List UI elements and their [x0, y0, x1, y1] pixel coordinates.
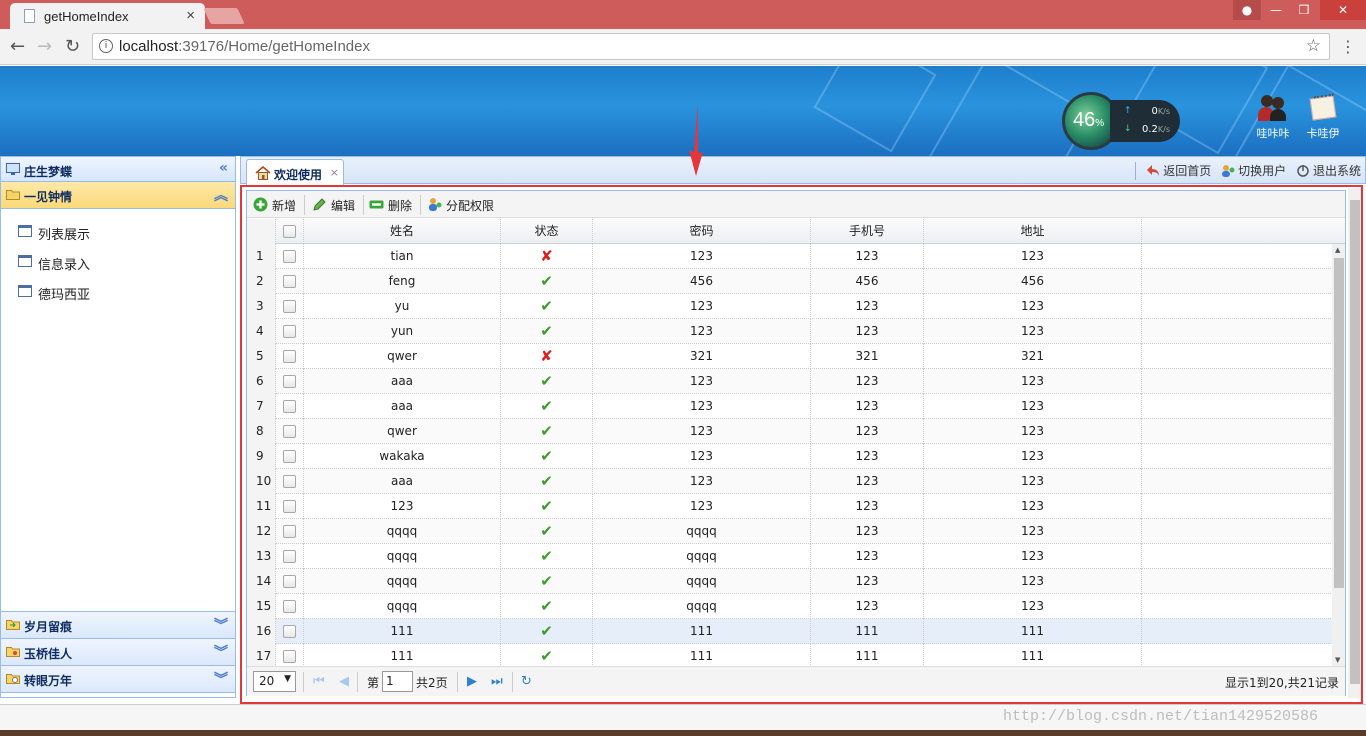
browser-tab-strip: getHomeIndex × ● — ❐ ✕: [0, 0, 1366, 29]
back-arrow-icon: [1147, 165, 1160, 176]
user-shortcut-label: 哇咔咔: [1256, 127, 1290, 140]
menu-item-label: 列表展示: [38, 228, 91, 243]
accordion-label: 玉桥佳人: [24, 647, 73, 661]
tabs-header: 欢迎使用 × 返回首页 切换用户 退出系统: [240, 156, 1366, 185]
home-button[interactable]: 返回首页: [1146, 162, 1211, 179]
sidebar: 庄生梦蝶 « 一见钟情 ︽ 列表展示 信息录入 德玛西亚 岁月留痕 ︾ 玉桥佳人…: [0, 156, 236, 698]
forward-icon[interactable]: →: [37, 36, 52, 57]
download-speed: 0.2: [1141, 124, 1158, 135]
download-arrow-icon: ↓: [1124, 124, 1132, 134]
tab-welcome-label: 欢迎使用: [274, 168, 323, 182]
profile-icon[interactable]: ●: [1233, 0, 1261, 20]
logout-button[interactable]: 退出系统: [1296, 162, 1361, 179]
users-icon: [1258, 93, 1288, 121]
power-icon: [1297, 165, 1309, 177]
network-speed: ↑ 0K/s ↓ 0.2K/s: [1110, 100, 1180, 142]
watermark: http://blog.csdn.net/tian1429520586: [1003, 708, 1319, 725]
accordion-group-3[interactable]: 转眼万年 ︾: [1, 666, 235, 693]
menu-item-label: 德玛西亚: [38, 288, 91, 303]
url-field[interactable]: i localhost:39176/Home/getHomeIndex ☆: [92, 33, 1330, 60]
highlight-frame: [240, 185, 1363, 704]
page-icon: [24, 9, 35, 23]
home-icon: [255, 166, 271, 180]
logout-label: 退出系统: [1312, 164, 1361, 178]
accordion-active-label: 一见钟情: [24, 190, 73, 204]
browser-tab[interactable]: getHomeIndex ×: [10, 3, 205, 29]
restore-icon[interactable]: ❐: [1290, 0, 1318, 20]
chevron-down-icon[interactable]: ︾: [214, 642, 228, 662]
folder-clock-icon: [6, 674, 20, 684]
notes-shortcut[interactable]: 卡哇伊: [1300, 93, 1346, 141]
gauge-value: 46: [1073, 109, 1096, 131]
reload-icon[interactable]: ↻: [65, 36, 80, 57]
taskbar: [0, 730, 1366, 736]
menu-item-entry[interactable]: 信息录入: [1, 247, 235, 277]
accordion-group-active[interactable]: 一见钟情 ︽: [1, 182, 235, 209]
annotation-arrow-icon: [689, 104, 703, 176]
upload-arrow-icon: ↑: [1124, 106, 1132, 116]
address-bar-area: ← → ↻ i localhost:39176/Home/getHomeInde…: [0, 29, 1366, 65]
tab-close-icon[interactable]: ×: [330, 166, 339, 179]
info-icon[interactable]: i: [99, 39, 113, 53]
window-icon: [18, 285, 32, 297]
switch-user-icon: [1222, 165, 1235, 177]
notes-shortcut-label: 卡哇伊: [1306, 127, 1340, 140]
back-icon[interactable]: ←: [10, 36, 25, 57]
home-button-label: 返回首页: [1163, 164, 1212, 178]
bookmark-star-icon[interactable]: ☆: [1306, 36, 1321, 56]
accordion-group-1[interactable]: 岁月留痕 ︾: [1, 612, 235, 639]
sidebar-title-bar: 庄生梦蝶 «: [1, 157, 235, 182]
menu-list: 列表展示 信息录入 德玛西亚: [1, 209, 235, 612]
menu-item-list[interactable]: 列表展示: [1, 217, 235, 247]
folder-icon: [6, 190, 20, 200]
window-close-icon[interactable]: ✕: [1320, 0, 1366, 20]
menu-item-label: 信息录入: [38, 258, 91, 273]
accordion-group-2[interactable]: 玉桥佳人 ︾: [1, 639, 235, 666]
menu-item-demacia[interactable]: 德玛西亚: [1, 277, 235, 307]
chevron-up-icon[interactable]: ︽: [214, 185, 228, 205]
user-shortcut[interactable]: 哇咔咔: [1250, 93, 1296, 141]
tab-close-icon[interactable]: ×: [186, 7, 195, 24]
minimize-icon[interactable]: —: [1262, 0, 1290, 20]
accordion-label: 转眼万年: [24, 674, 73, 688]
chevron-down-icon[interactable]: ︾: [214, 669, 228, 689]
collapse-sidebar-icon[interactable]: «: [219, 160, 228, 176]
monitor-icon: [6, 163, 20, 175]
window-icon: [18, 255, 32, 267]
new-tab-button[interactable]: [203, 8, 245, 24]
window-icon: [18, 225, 32, 237]
folder-image-icon: [6, 647, 20, 657]
sidebar-title: 庄生梦蝶: [24, 165, 73, 179]
url-text: localhost:39176/Home/getHomeIndex: [119, 38, 370, 55]
switch-user-button[interactable]: 切换用户: [1221, 162, 1286, 179]
browser-menu-icon[interactable]: ⋮: [1340, 37, 1356, 56]
browser-tab-title: getHomeIndex: [44, 9, 129, 24]
accordion-label: 岁月留痕: [24, 620, 73, 634]
tab-welcome[interactable]: 欢迎使用 ×: [246, 159, 344, 185]
chevron-down-icon[interactable]: ︾: [214, 615, 228, 635]
top-actions: 返回首页 切换用户 退出系统: [1135, 162, 1361, 180]
notepad-icon: [1308, 93, 1338, 121]
folder-arrow-icon: [6, 620, 20, 630]
switch-user-label: 切换用户: [1238, 164, 1287, 178]
